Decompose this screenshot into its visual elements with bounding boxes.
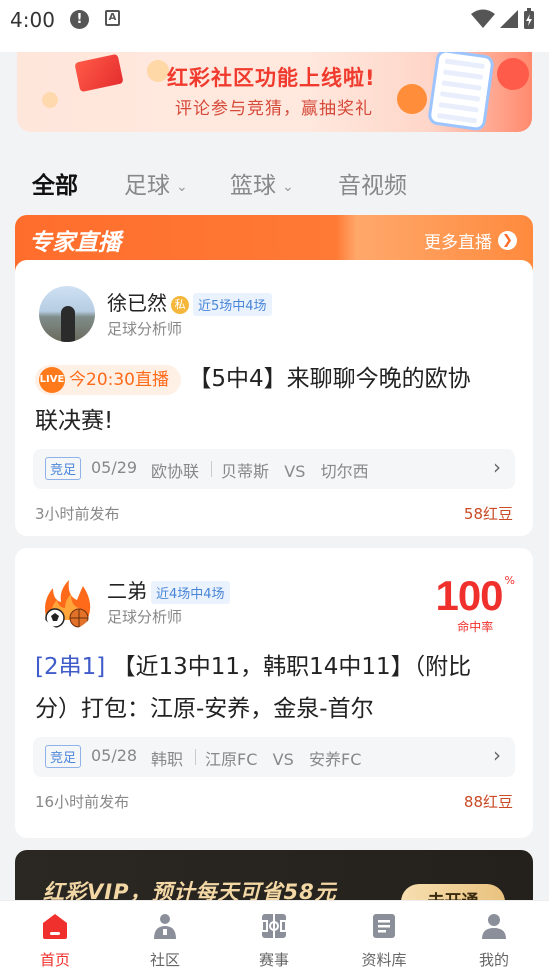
profile-icon (482, 914, 506, 939)
chevron-right-icon: › (493, 743, 501, 767)
nav-profile[interactable]: 我的 (454, 911, 534, 970)
match-league: 韩职 (151, 750, 184, 769)
private-badge-icon: 私 (171, 295, 189, 314)
chevron-down-icon: ⌄ (282, 178, 294, 195)
match-date: 05/29 (91, 458, 138, 477)
hit-rate-value: 100 (435, 572, 503, 619)
alert-icon: ! (70, 10, 89, 29)
divider (195, 749, 196, 765)
nav-label: 社区 (149, 951, 180, 969)
post-card[interactable]: 徐已然私近5场中4场 足球分析师 LIVE 今20:30直播 【5中4】来聊聊今晚… (15, 260, 533, 536)
hit-rate-label: 命中率 (457, 620, 494, 634)
author-role: 足球分析师 (107, 320, 183, 338)
nav-label: 我的 (478, 951, 509, 969)
divider (211, 461, 212, 477)
match-info[interactable]: 竞足 05/28 韩职 江原FC VS 安养FC › (33, 737, 515, 777)
gift-badge-icon (397, 84, 427, 114)
accessibility-icon: A (105, 10, 120, 26)
nav-home[interactable]: 首页 (15, 911, 95, 970)
post-time: 3小时前发布 (35, 505, 120, 523)
live-time: 今20:30直播 (69, 369, 169, 390)
banner-title: 红彩社区功能上线啦! (167, 66, 376, 90)
author-row: 徐已然私近5场中4场 (107, 287, 272, 316)
tab-basketball[interactable]: 篮球 ⌄ (230, 166, 294, 200)
arrow-right-icon: ❯ (498, 231, 517, 250)
match-info[interactable]: 竞足 05/29 欧协联 贝蒂斯 VS 切尔西 › (33, 449, 515, 489)
record-badge: 近5场中4场 (193, 293, 272, 316)
community-icon (154, 914, 176, 939)
more-live-label: 更多直播 (424, 233, 492, 253)
author-role: 足球分析师 (107, 608, 183, 626)
chevron-down-icon: ⌄ (176, 178, 188, 195)
match-type-tag: 竞足 (45, 745, 82, 768)
post-title-line: 联决赛! (35, 408, 114, 434)
post-price: 88红豆 (463, 793, 513, 811)
post-price: 58红豆 (463, 505, 513, 523)
post-title-line: 【近13中11，韩职14中11】（附比 (112, 654, 472, 680)
avatar[interactable] (39, 286, 95, 342)
database-icon (373, 914, 395, 938)
post-title-line: 【5中4】来聊聊今晚的欧协 (188, 366, 471, 392)
category-tabs: 全部 足球 ⌄ 篮球 ⌄ 音视频 (0, 160, 549, 206)
match-teams: 贝蒂斯 VS 切尔西 (221, 462, 369, 481)
coin-decoration (42, 92, 58, 108)
bottom-nav: 首页 社区 赛事 资料库 我的 (0, 900, 549, 977)
post-title-line: 分）打包：江原-安养，金泉-首尔 (35, 696, 374, 722)
red-envelope-icon (74, 53, 124, 93)
avatar[interactable] (39, 574, 95, 630)
status-time: 4:00 (10, 8, 55, 32)
phone-illustration (426, 52, 496, 132)
battery-icon (524, 8, 534, 29)
coin-decoration (147, 60, 169, 82)
chevron-right-icon: › (493, 455, 501, 479)
tab-football[interactable]: 足球 ⌄ (124, 166, 188, 200)
post-card[interactable]: 二弟 近4场中4场 足球分析师 100% 命中率 [2串1] 【近13中11，韩职… (15, 548, 533, 838)
post-title[interactable]: LIVE 今20:30直播 【5中4】来聊聊今晚的欧协 联决赛! (35, 358, 515, 442)
status-indicators (471, 8, 535, 30)
promo-banner[interactable]: 红彩社区功能上线啦! 评论参与竞猜，赢抽奖礼 (17, 52, 532, 132)
section-title: 专家直播 (29, 230, 121, 256)
nav-label: 资料库 (361, 951, 407, 969)
nav-label: 首页 (39, 951, 70, 969)
match-type-tag: 竞足 (45, 457, 82, 480)
match-teams: 江原FC VS 安养FC (205, 750, 362, 769)
author-name[interactable]: 徐已然 (107, 291, 167, 315)
live-tag: LIVE 今20:30直播 (35, 364, 181, 395)
nav-label: 赛事 (258, 951, 289, 969)
post-title[interactable]: [2串1] 【近13中11，韩职14中11】（附比 分）打包：江原-安养，金泉-… (35, 646, 515, 730)
post-prefix: [2串1] (35, 654, 106, 680)
gift-badge-icon (497, 58, 529, 90)
match-icon (261, 914, 287, 938)
nav-matches[interactable]: 赛事 (234, 911, 314, 970)
author-name[interactable]: 二弟 (107, 579, 147, 603)
tab-all[interactable]: 全部 (32, 166, 78, 200)
live-icon: LIVE (39, 366, 65, 393)
banner-subtitle: 评论参与竞猜，赢抽奖礼 (175, 99, 373, 119)
match-date: 05/28 (91, 746, 138, 765)
status-bar: 4:00 ! A (0, 0, 549, 52)
tab-audio-video[interactable]: 音视频 (338, 166, 407, 200)
home-icon (43, 914, 67, 939)
hit-rate-unit: % (504, 574, 515, 587)
hit-rate: 100% 命中率 (435, 574, 515, 635)
author-row: 二弟 近4场中4场 (107, 575, 230, 604)
signal-icon (500, 10, 518, 28)
nav-community[interactable]: 社区 (125, 911, 205, 970)
more-live-link[interactable]: 更多直播 ❯ (424, 228, 517, 253)
record-badge: 近4场中4场 (151, 581, 230, 604)
nav-database[interactable]: 资料库 (344, 911, 424, 970)
post-time: 16小时前发布 (35, 793, 130, 811)
wifi-icon (471, 9, 495, 28)
match-league: 欧协联 (151, 462, 200, 481)
